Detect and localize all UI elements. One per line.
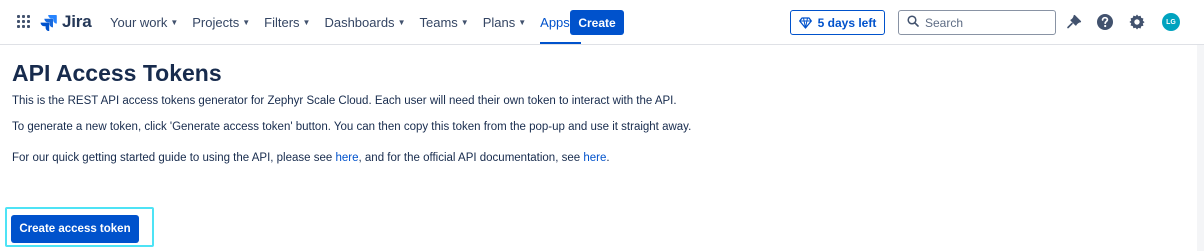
nav-dashboards[interactable]: Dashboards ▼: [318, 6, 411, 38]
notifications-icon[interactable]: [1064, 12, 1084, 32]
jira-logo[interactable]: Jira: [40, 12, 92, 32]
intro-text: This is the REST API access tokens gener…: [12, 95, 677, 107]
app-switcher-icon[interactable]: [17, 15, 31, 29]
avatar[interactable]: LG: [1162, 13, 1180, 31]
nav-your-work[interactable]: Your work ▼: [104, 6, 184, 38]
chevron-down-icon: ▼: [460, 17, 469, 27]
gem-icon: [798, 16, 812, 29]
search-input[interactable]: [925, 15, 1045, 30]
guide-prefix: For our quick getting started guide to u…: [12, 152, 336, 164]
app-name: Jira: [62, 12, 92, 31]
help-icon[interactable]: [1095, 12, 1115, 32]
nav-label: Projects: [192, 14, 240, 30]
guide-text: For our quick getting started guide to u…: [12, 152, 610, 164]
nav-label: Apps: [540, 14, 570, 30]
chevron-down-icon: ▼: [397, 17, 406, 27]
create-access-token-button[interactable]: Create access token: [11, 215, 139, 243]
scrollbar-track[interactable]: [1197, 45, 1204, 251]
trial-label: 5 days left: [817, 15, 877, 30]
primary-nav: Your work ▼ Projects ▼ Filters ▼ Dashboards…: [104, 0, 589, 44]
getting-started-link[interactable]: here: [335, 152, 358, 164]
create-button[interactable]: Create: [570, 10, 624, 35]
nav-label: Your work: [110, 14, 168, 30]
chevron-down-icon: ▼: [170, 17, 179, 27]
nav-plans[interactable]: Plans ▼: [477, 6, 532, 38]
nav-label: Filters: [264, 14, 300, 30]
nav-teams[interactable]: Teams ▼: [413, 6, 474, 38]
instructions-text: To generate a new token, click 'Generate…: [12, 121, 692, 133]
page-title: API Access Tokens: [12, 60, 222, 86]
trial-days-button[interactable]: 5 days left: [790, 10, 885, 35]
search-box[interactable]: [898, 10, 1056, 35]
api-docs-link[interactable]: here: [583, 152, 606, 164]
top-navigation: Jira Your work ▼ Projects ▼ Filters ▼ Dashb…: [0, 0, 1204, 45]
nav-projects[interactable]: Projects ▼: [186, 6, 256, 38]
nav-label: Plans: [482, 14, 516, 30]
chevron-down-icon: ▼: [242, 17, 251, 27]
nav-filters[interactable]: Filters ▼: [258, 6, 316, 38]
jira-logo-icon: [40, 14, 57, 31]
chevron-down-icon: ▼: [302, 17, 311, 27]
nav-label: Teams: [419, 14, 458, 30]
guide-middle: , and for the official API documentation…: [358, 152, 584, 164]
settings-icon[interactable]: [1127, 12, 1147, 32]
guide-suffix: .: [606, 152, 610, 164]
nav-label: Dashboards: [324, 14, 395, 30]
chevron-down-icon: ▼: [518, 17, 527, 27]
search-icon: [907, 14, 919, 32]
